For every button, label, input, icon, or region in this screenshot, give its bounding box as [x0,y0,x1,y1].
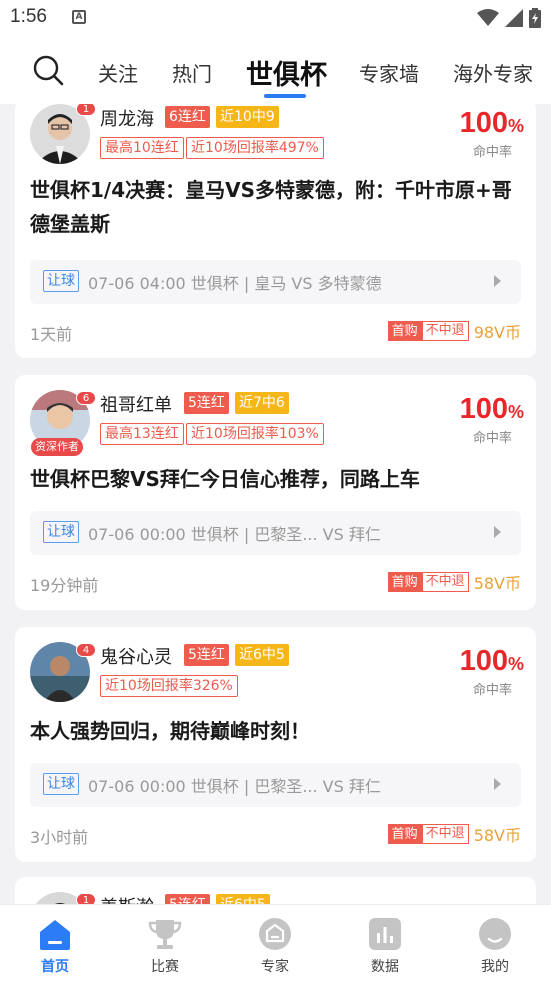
chevron-right-icon [494,275,501,287]
match-info-box[interactable]: 让球 07-06 00:00 世俱杯 | 巴黎圣... VS 拜仁 [30,511,521,555]
nav-label: 比赛 [151,959,179,975]
nav-label: 我的 [481,959,509,975]
author-name[interactable]: 周龙海 [100,105,154,131]
chevron-right-icon [494,526,501,538]
nav-label: 首页 [41,959,69,975]
price: 98V币 [473,323,521,342]
trophy-icon [148,920,182,949]
stat-tag: 近10场回报率326% [100,675,238,697]
stat-tag: 最高13连红 [100,423,184,445]
match-type-chip: 让球 [43,270,79,292]
hit-rate-value: 100% [459,393,524,425]
first-purchase-tag: 首购 [387,572,422,592]
post-card[interactable]: 4 鬼谷心灵 5连红 近6中5 近10场回报率326% 100% 命中率 本人强… [15,627,536,862]
first-purchase-tag: 首购 [387,321,422,341]
tab-hot[interactable]: 热门 [172,58,212,87]
hit-rate-label: 命中率 [472,145,512,160]
avatar-badge: 1 [76,104,96,116]
avatar-badge: 6 [76,391,96,405]
match-info: 07-06 00:00 世俱杯 | 巴黎圣... VS 拜仁 [88,777,381,796]
signal-icon [505,9,523,27]
nav-label: 数据 [371,959,399,975]
data-chart-icon [369,918,401,950]
battery-icon [529,8,541,28]
streak-tag: 6连红 [165,106,210,128]
post-time: 3小时前 [30,828,89,847]
expert-icon [259,918,291,950]
status-bar: 1:56 A [0,0,551,38]
streak-tag: 5连红 [184,644,229,666]
stat-tag: 最高10连红 [100,137,184,159]
purchase-info[interactable]: 首购 不中退 58V币 [387,823,521,845]
refund-tag: 不中退 [421,572,469,592]
avatar-badge: 1 [76,893,96,904]
post-card[interactable]: 6 资深作者 祖哥红单 5连红 近7中6 最高13连红 近10场回报率103% … [15,375,536,610]
post-time: 1天前 [30,325,73,344]
nav-experts[interactable]: 专家 [220,905,330,981]
streak-tag: 5连红 [165,894,210,904]
profile-icon [479,918,511,950]
refund-tag: 不中退 [421,824,469,844]
hit-rate-value: 100% [459,107,524,139]
price: 58V币 [473,826,521,845]
wifi-icon [477,9,499,26]
nav-profile[interactable]: 我的 [440,905,550,981]
hit-rate-label: 命中率 [472,683,512,698]
avatar-badge: 4 [76,643,96,657]
author-name[interactable]: 鬼谷心灵 [100,643,172,669]
post-feed: 1 周龙海 6连红 近10中9 最高10连红 近10场回报率497% 100% … [0,104,551,904]
match-type-chip: 让球 [43,521,79,543]
nav-data[interactable]: 数据 [330,905,440,981]
price: 58V币 [473,574,521,593]
tab-club-world-cup[interactable]: 世俱杯 [246,53,327,92]
senior-author-tag: 资深作者 [31,438,83,456]
tab-follow[interactable]: 关注 [98,58,138,87]
match-info-box[interactable]: 让球 07-06 00:00 世俱杯 | 巴黎圣... VS 拜仁 [30,763,521,807]
nav-home[interactable]: 首页 [0,905,110,981]
top-tab-bar: 关注 热门 世俱杯 专家墙 海外专家 [0,38,551,104]
active-tab-indicator [264,94,306,98]
stat-tag: 近10场回报率103% [186,423,324,445]
post-title[interactable]: 世俱杯巴黎VS拜仁今日信心推荐，同路上车 [30,462,520,496]
post-title[interactable]: 本人强势回归，期待巅峰时刻！ [30,714,520,748]
post-time: 19分钟前 [30,576,99,595]
stat-tag: 近10场回报率497% [186,137,324,159]
refund-tag: 不中退 [421,321,469,341]
home-icon [40,920,70,950]
search-icon[interactable] [32,54,64,86]
match-info: 07-06 04:00 世俱杯 | 皇马 VS 多特蒙德 [88,274,382,293]
purchase-info[interactable]: 首购 不中退 58V币 [387,571,521,593]
post-title[interactable]: 世俱杯1/4决赛：皇马VS多特蒙德，附：千叶市原+哥德堡盖斯 [30,173,520,241]
match-type-chip: 让球 [43,773,79,795]
hit-rate-label: 命中率 [472,431,512,446]
recent-record-tag: 近10中9 [216,106,279,128]
author-name[interactable]: 姜斯瀚 [100,893,154,904]
post-card[interactable]: 1 姜斯瀚 5连红 近6中5 [15,877,536,904]
match-info-box[interactable]: 让球 07-06 04:00 世俱杯 | 皇马 VS 多特蒙德 [30,260,521,304]
notification-icon: A [72,10,86,24]
hit-rate-value: 100% [459,645,524,677]
post-card[interactable]: 1 周龙海 6连红 近10中9 最高10连红 近10场回报率497% 100% … [15,104,536,358]
tab-expert-wall[interactable]: 专家墙 [359,58,419,87]
match-info: 07-06 00:00 世俱杯 | 巴黎圣... VS 拜仁 [88,525,381,544]
recent-record-tag: 近6中5 [235,644,289,666]
chevron-right-icon [494,778,501,790]
purchase-info[interactable]: 首购 不中退 98V币 [387,320,521,342]
status-time: 1:56 [10,6,47,27]
recent-record-tag: 近6中5 [216,894,270,904]
author-name[interactable]: 祖哥红单 [100,391,172,417]
tab-overseas-experts[interactable]: 海外专家 [453,58,533,87]
first-purchase-tag: 首购 [387,824,422,844]
recent-record-tag: 近7中6 [235,392,289,414]
nav-matches[interactable]: 比赛 [110,905,220,981]
bottom-navigation: 首页 比赛 专家 数据 我的 [0,904,551,981]
nav-label: 专家 [261,959,289,975]
streak-tag: 5连红 [184,392,229,414]
status-icons [477,8,541,28]
